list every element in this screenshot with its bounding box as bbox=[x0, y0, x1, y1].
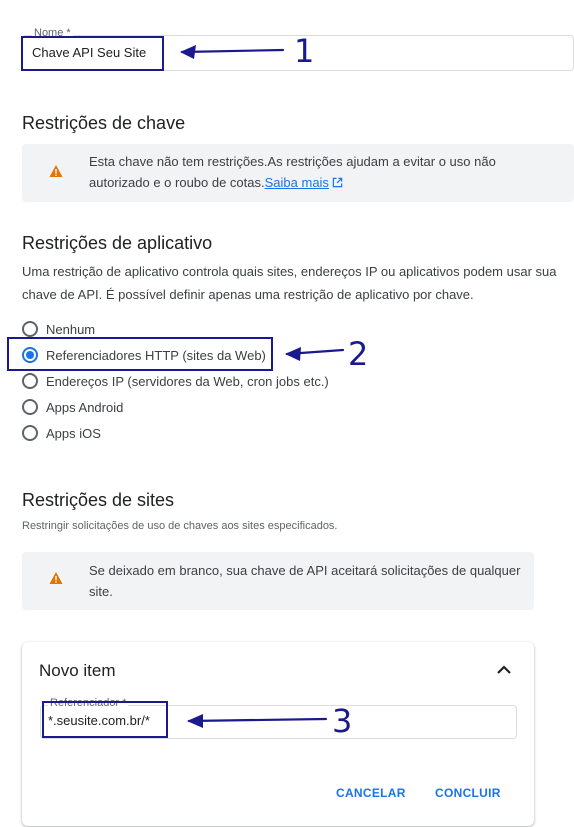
radio-label: Nenhum bbox=[46, 321, 96, 337]
warning-triangle-icon bbox=[49, 572, 63, 584]
radio-label: Apps Android bbox=[46, 399, 124, 415]
radio-button[interactable] bbox=[22, 399, 38, 415]
key-restrictions-title: Restrições de chave bbox=[22, 113, 186, 133]
radio-button[interactable] bbox=[22, 373, 38, 389]
open-in-new-icon[interactable] bbox=[332, 177, 343, 188]
learn-more-link[interactable]: Saiba mais bbox=[265, 175, 329, 190]
key-restrictions-warning-text: Esta chave não tem restrições.As restriç… bbox=[89, 151, 529, 193]
annotation-box-3 bbox=[42, 701, 168, 738]
annotation-box-2 bbox=[7, 337, 273, 371]
radio-label: Endereços IP (servidores da Web, cron jo… bbox=[46, 373, 329, 389]
cancel-button[interactable]: CANCELAR bbox=[336, 786, 406, 800]
site-restrictions-subtitle: Restringir solicitações de uso de chaves… bbox=[22, 520, 338, 532]
done-button[interactable]: CONCLUIR bbox=[435, 786, 501, 800]
site-restrictions-warning-text: Se deixado em branco, sua chave de API a… bbox=[89, 563, 521, 599]
new-item-title: Novo item bbox=[39, 661, 116, 680]
annotation-number-1: 1 bbox=[294, 32, 315, 70]
radio-none[interactable]: Nenhum bbox=[22, 319, 95, 339]
site-restrictions-title: Restrições de sites bbox=[22, 490, 175, 510]
annotation-number-3: 3 bbox=[332, 702, 353, 740]
radio-label: Apps iOS bbox=[46, 425, 101, 441]
chevron-up-icon[interactable] bbox=[494, 662, 514, 678]
app-restrictions-title: Restrições de aplicativo bbox=[22, 233, 213, 253]
radio-button[interactable] bbox=[22, 321, 38, 337]
warning-triangle-icon bbox=[49, 165, 63, 177]
app-restrictions-description: Uma restrição de aplicativo controla qua… bbox=[22, 264, 557, 302]
radio-button[interactable] bbox=[22, 425, 38, 441]
annotation-number-2: 2 bbox=[348, 335, 369, 373]
radio-android-apps[interactable]: Apps Android bbox=[22, 397, 123, 417]
annotation-box-1 bbox=[21, 36, 164, 71]
radio-ios-apps[interactable]: Apps iOS bbox=[22, 423, 101, 443]
radio-ip-addresses[interactable]: Endereços IP (servidores da Web, cron jo… bbox=[22, 371, 329, 391]
